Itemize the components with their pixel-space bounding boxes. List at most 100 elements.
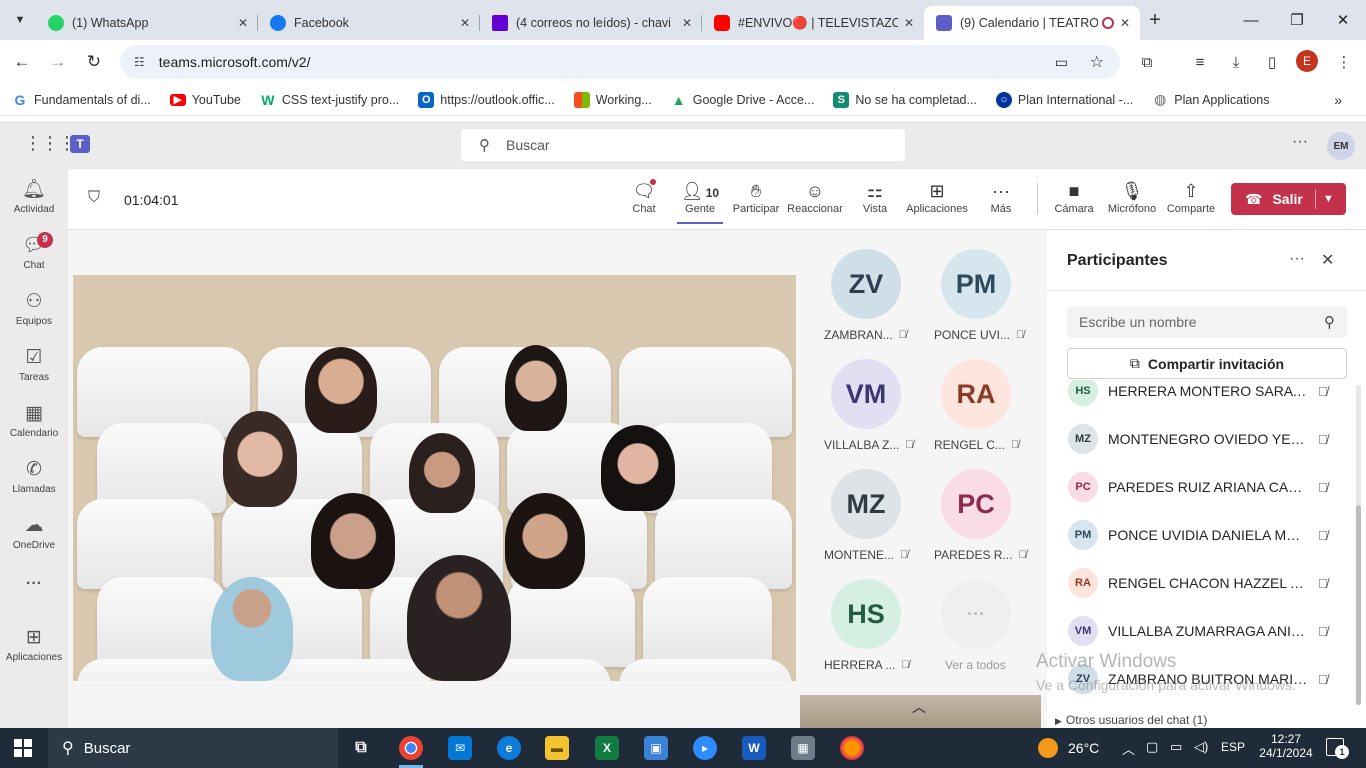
calculator-icon[interactable]: ▦ <box>791 736 815 760</box>
weather-temperature[interactable]: 26°C <box>1068 740 1099 756</box>
leave-button[interactable]: ☎ Salir ▼ <box>1231 183 1346 215</box>
rail-item-tareas[interactable]: ☑ Tareas <box>0 347 68 383</box>
settings-more-icon[interactable]: ··· <box>1292 133 1308 151</box>
participant-tile[interactable]: VM VILLALBA Z... 🎙̸ <box>824 359 914 452</box>
people-button[interactable]: 👤︎ 10 Gente <box>677 179 723 224</box>
camera-button[interactable]: ■ Cámara <box>1053 179 1095 215</box>
browser-tab-facebook[interactable]: Facebook ✕ <box>258 6 480 40</box>
address-bar[interactable]: ☷ teams.microsoft.com/v2/ ▭ ☆ <box>120 45 1120 79</box>
browser-tab-whatsapp[interactable]: (1) WhatsApp ✕ <box>36 6 258 40</box>
bookmark-item[interactable]: ○ Plan International -... <box>995 91 1133 108</box>
close-tab-icon[interactable]: ✕ <box>1120 16 1130 30</box>
restore-button[interactable]: ❐ <box>1274 0 1320 40</box>
raise-hand-button[interactable]: ✋︎ Participar <box>732 179 780 215</box>
more-bookmarks-icon[interactable]: » <box>1334 92 1342 108</box>
tab-search-dropdown-icon[interactable]: ▼ <box>4 6 36 34</box>
file-explorer-icon[interactable]: ▬ <box>545 736 569 760</box>
close-tab-icon[interactable]: ✕ <box>238 16 248 30</box>
browser-menu-icon[interactable]: ⋮ <box>1332 50 1356 74</box>
participant-tile[interactable]: PM PONCE UVI... 🎙̸ <box>934 249 1024 342</box>
share-button[interactable]: ⇧ Comparte <box>1165 179 1217 215</box>
app-launcher-icon[interactable]: ⋮⋮⋮ <box>24 133 76 154</box>
bookmark-item[interactable]: ▲ Google Drive - Acce... <box>671 92 815 108</box>
chrome-icon[interactable] <box>399 736 423 760</box>
side-panel-icon[interactable]: ▯ <box>1260 50 1284 74</box>
close-tab-icon[interactable]: ✕ <box>460 16 470 30</box>
more-apps-icon[interactable]: ··· <box>0 575 68 593</box>
other-users-toggle[interactable]: ▶ Otros usuarios del chat (1) <box>1055 713 1207 727</box>
volume-icon[interactable]: ◁) <box>1194 739 1208 755</box>
browser-tab-teams[interactable]: (9) Calendario | TEATRO ✕ <box>924 6 1140 40</box>
taskbar-search[interactable]: ⚲ Buscar <box>48 728 338 768</box>
rail-item-actividad[interactable]: 🔔︎ Actividad <box>0 179 68 215</box>
back-button[interactable]: ← <box>4 44 40 80</box>
participant-row[interactable]: PM PONCE UVIDIA DANIELA MAYTE 🎙̸ <box>1068 511 1348 559</box>
word-icon[interactable]: W <box>742 736 766 760</box>
excel-icon[interactable]: X <box>595 736 619 760</box>
rail-item-onedrive[interactable]: ☁ OneDrive <box>0 515 68 551</box>
bookmark-item[interactable]: Ohttps://outlook.offic... <box>418 91 555 108</box>
extensions-icon[interactable]: ⧉ <box>1135 50 1159 74</box>
weather-sun-icon[interactable] <box>1038 738 1058 758</box>
user-avatar[interactable]: EM <box>1327 132 1355 160</box>
share-invite-button[interactable]: ⧉ Compartir invitación <box>1067 348 1347 379</box>
apps-button[interactable]: ⊞ Aplicaciones <box>904 179 970 215</box>
microphone-button[interactable]: 🎙︎ Micrófono <box>1105 179 1159 215</box>
network-icon[interactable]: ▭ <box>1170 739 1182 755</box>
view-button[interactable]: ⚏ Vista <box>856 179 894 215</box>
download-icon[interactable]: ⤓ <box>1224 50 1248 74</box>
browser-tab-mail[interactable]: (4 correos no leídos) - chavi ✕ <box>480 6 702 40</box>
participant-row[interactable]: RA RENGEL CHACON HAZZEL AN... 🎙̸ <box>1068 559 1348 607</box>
see-all-tile[interactable]: ··· Ver a todos <box>940 579 1012 672</box>
firefox-icon[interactable] <box>840 736 864 760</box>
close-window-button[interactable]: ✕ <box>1320 0 1366 40</box>
bookmark-star-icon[interactable]: ☆ <box>1090 52 1104 72</box>
windows-start-icon[interactable] <box>14 739 32 757</box>
edge-icon[interactable]: e <box>497 736 521 760</box>
site-info-icon[interactable]: ☷ <box>134 55 145 69</box>
bookmark-item[interactable]: S No se ha completad... <box>833 91 977 108</box>
participant-tile[interactable]: PC PAREDES R... 🎙̸ <box>934 469 1027 562</box>
rail-item-llamadas[interactable]: ✆ Llamadas <box>0 459 68 495</box>
rail-item-calendario[interactable]: ▦ Calendario <box>0 403 68 439</box>
show-hidden-icons-icon[interactable]: ︿ <box>1122 739 1135 758</box>
close-icon[interactable]: ✕ <box>1321 250 1334 270</box>
participant-tile[interactable]: RA RENGEL C... 🎙̸ <box>934 359 1019 452</box>
zoom-icon[interactable]: ▸ <box>693 736 717 760</box>
media-control-icon[interactable]: ≡ <box>1188 50 1212 74</box>
participant-tile[interactable]: MZ MONTENE... 🎙̸ <box>824 469 908 562</box>
task-view-icon[interactable]: ⧉ <box>349 736 373 760</box>
notification-icon[interactable]: 1 <box>1326 738 1349 759</box>
bookmark-item[interactable]: ▶ YouTube <box>169 93 241 107</box>
chevron-up-icon[interactable]: ︿ <box>912 697 926 717</box>
participant-search-input[interactable]: Escribe un nombre ⚲ <box>1067 306 1347 338</box>
participant-row[interactable]: MZ MONTENEGRO OVIEDO YELAR... 🎙̸ <box>1068 415 1348 463</box>
bookmark-item[interactable]: Working... <box>573 91 652 108</box>
search-input[interactable]: ⚲ Buscar <box>461 129 905 161</box>
chevron-down-icon[interactable]: ▼ <box>1323 193 1334 205</box>
participant-row[interactable]: VM VILLALBA ZUMARRAGA ANITA... 🎙̸ <box>1068 607 1348 655</box>
language-indicator[interactable]: ESP <box>1221 740 1245 754</box>
rail-item-equipos[interactable]: ⚇ Equipos <box>0 291 68 327</box>
profile-avatar[interactable]: E <box>1296 50 1318 72</box>
camera-blocked-icon[interactable]: ▭ <box>1055 54 1068 71</box>
rail-item-chat[interactable]: 💬︎ Chat 9 <box>0 232 68 271</box>
bookmark-item[interactable]: ◍ Plan Applications <box>1152 91 1269 108</box>
participant-row[interactable]: HS HERRERA MONTERO SARA SO... 🎙̸ <box>1068 380 1348 415</box>
react-button[interactable]: ☺ Reaccionar <box>787 179 843 215</box>
panel-more-icon[interactable]: ··· <box>1289 250 1305 268</box>
participant-tile[interactable]: HS HERRERA ... 🎙̸ <box>824 579 910 672</box>
meet-now-icon[interactable]: ▢ <box>1146 739 1158 755</box>
more-button[interactable]: ··· Más <box>984 179 1018 215</box>
participant-row[interactable]: ZV ZAMBRANO BUITRON MARIA ... 🎙̸ <box>1068 655 1348 703</box>
close-tab-icon[interactable]: ✕ <box>904 16 914 30</box>
rail-item-aplicaciones[interactable]: ⊞ Aplicaciones <box>0 627 68 663</box>
store-icon[interactable]: ▣ <box>644 736 668 760</box>
reload-button[interactable]: ↻ <box>76 44 112 80</box>
mail-icon[interactable]: ✉ <box>448 736 472 760</box>
bookmark-item[interactable]: G Fundamentals of di... <box>12 92 151 108</box>
self-view-preview[interactable]: ︿ <box>800 695 1041 728</box>
forward-button[interactable]: → <box>40 44 76 80</box>
minimize-button[interactable]: — <box>1228 0 1274 40</box>
participant-row[interactable]: PC PAREDES RUIZ ARIANA CAMILA 🎙̸ <box>1068 463 1348 511</box>
